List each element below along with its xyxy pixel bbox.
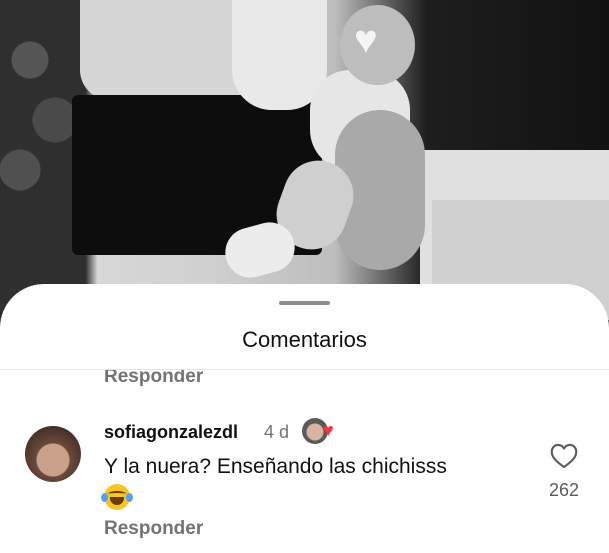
heart-sticker-icon: ♥	[354, 18, 378, 62]
comment-time: 4 d	[264, 422, 290, 442]
author-liked-heart-icon: ♥	[323, 420, 334, 440]
previous-reply-button[interactable]: Responder	[104, 370, 203, 388]
sheet-grabber[interactable]	[279, 301, 330, 305]
comments-sheet: Comentarios Responder sofiagonzalezdl 4 …	[0, 284, 609, 553]
comment-text: Y la nuera? Enseñando las chichisss	[104, 455, 447, 478]
face-with-tears-of-joy-icon	[101, 484, 133, 510]
avatar[interactable]	[25, 426, 81, 482]
reply-button[interactable]: Responder	[104, 518, 203, 540]
comment-username[interactable]: sofiagonzalezdl	[104, 422, 238, 443]
comments-list[interactable]: Responder sofiagonzalezdl 4 d ♥ Y la nue…	[0, 370, 609, 553]
sheet-title: Comentarios	[242, 327, 367, 352]
background-photo: ♥	[0, 0, 609, 320]
like-count: 262	[548, 480, 580, 500]
heart-outline-icon[interactable]	[550, 443, 578, 469]
